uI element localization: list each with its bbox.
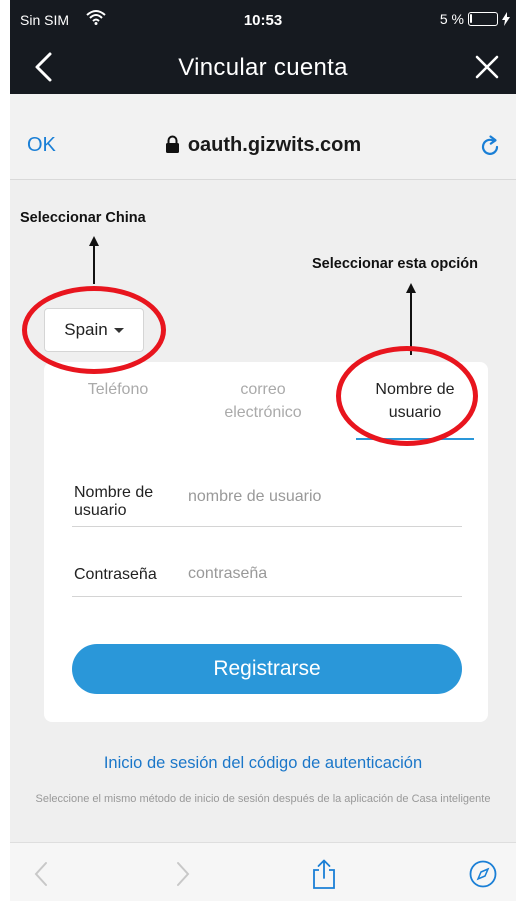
login-card: Teléfono correo electrónico Nombre de us… bbox=[44, 362, 488, 722]
battery-indicator: 5 % bbox=[440, 11, 510, 27]
password-label: Contraseña bbox=[74, 566, 157, 583]
forward-arrow-icon[interactable] bbox=[168, 859, 196, 889]
password-input[interactable] bbox=[188, 565, 458, 583]
browser-toolbar bbox=[10, 842, 516, 901]
username-input[interactable] bbox=[188, 488, 458, 506]
divider bbox=[72, 596, 462, 597]
auth-code-login-link[interactable]: Inicio de sesión del código de autentica… bbox=[10, 754, 516, 773]
share-icon[interactable] bbox=[310, 859, 338, 889]
caret-down-icon bbox=[113, 327, 124, 333]
status-bar: Sin SIM 10:53 5 % bbox=[10, 0, 516, 36]
annotation-arrow-line bbox=[410, 291, 412, 355]
tab-email[interactable]: correo electrónico bbox=[208, 378, 318, 424]
hint-text: Seleccione el mismo método de inicio de … bbox=[35, 793, 491, 805]
active-tab-indicator bbox=[356, 438, 474, 440]
country-select-value: Spain bbox=[64, 320, 108, 339]
reload-icon[interactable] bbox=[478, 134, 502, 158]
battery-icon bbox=[468, 12, 498, 26]
close-icon[interactable] bbox=[472, 52, 502, 82]
address-bar: OK oauth.gizwits.com bbox=[10, 94, 516, 180]
annotation-arrow-line bbox=[93, 244, 95, 284]
tab-username[interactable]: Nombre de usuario bbox=[360, 378, 470, 424]
charging-bolt-icon bbox=[502, 12, 510, 26]
tab-phone[interactable]: Teléfono bbox=[66, 378, 170, 401]
annotation-select-option: Seleccionar esta opción bbox=[312, 256, 479, 272]
url-text: oauth.gizwits.com bbox=[187, 134, 362, 156]
username-label: Nombre de usuario bbox=[74, 484, 154, 519]
divider bbox=[72, 526, 462, 527]
compass-icon[interactable] bbox=[468, 859, 498, 889]
back-arrow-icon[interactable] bbox=[28, 859, 56, 889]
register-button[interactable]: Registrarse bbox=[72, 644, 462, 694]
page-title: Vincular cuenta bbox=[178, 54, 348, 81]
lock-icon bbox=[165, 135, 180, 159]
country-select[interactable]: Spain bbox=[44, 308, 144, 352]
phone-screen: Sin SIM 10:53 5 % Vincular cuenta OK oau… bbox=[10, 0, 516, 901]
top-bar: Sin SIM 10:53 5 % Vincular cuenta bbox=[10, 0, 516, 94]
annotation-select-china: Seleccionar China bbox=[20, 210, 146, 226]
battery-percent: 5 % bbox=[439, 11, 464, 27]
url-display[interactable]: oauth.gizwits.com bbox=[10, 134, 516, 159]
